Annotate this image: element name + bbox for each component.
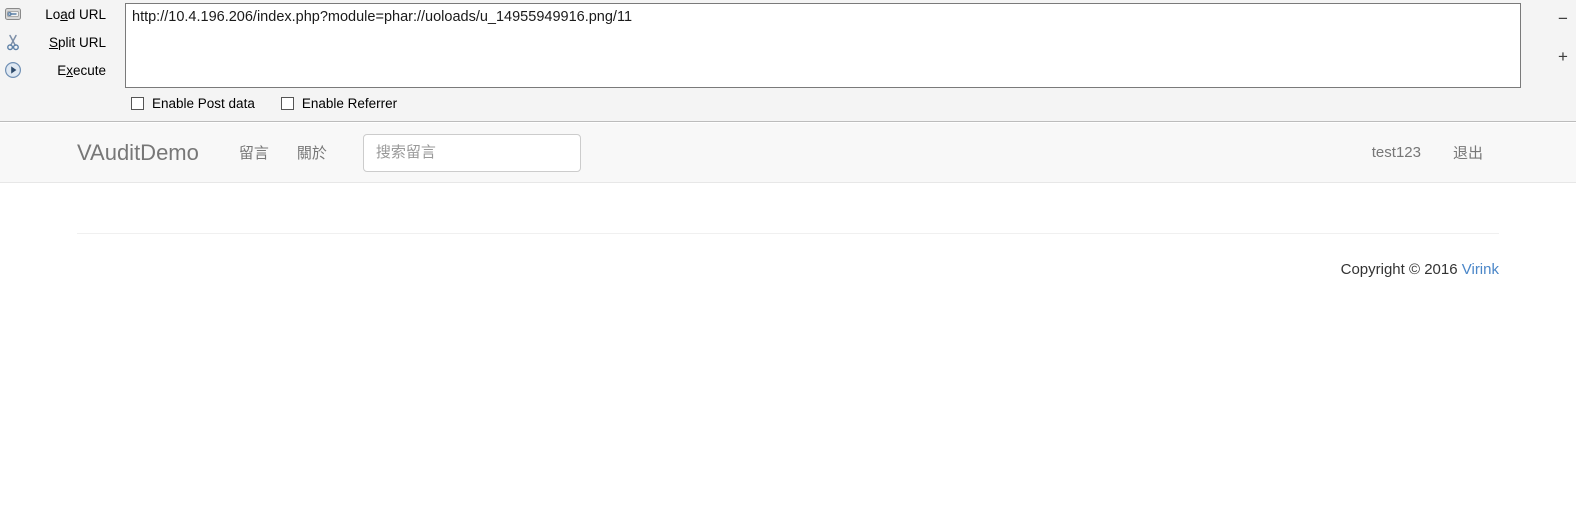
footer-copyright: Copyright © 2016 Virink — [1341, 261, 1499, 278]
nav-user[interactable]: test123 — [1356, 144, 1437, 161]
load-url-icon — [2, 3, 24, 25]
referrer-checkbox-box[interactable] — [280, 97, 294, 110]
search-input[interactable] — [362, 133, 581, 172]
nav-logout[interactable]: 退出 — [1437, 142, 1499, 163]
page-container: Copyright © 2016 Virink — [0, 183, 1576, 510]
footer-divider — [77, 233, 1499, 234]
enable-referrer-label: Enable Referrer — [301, 96, 398, 111]
navbar-brand[interactable]: VAuditDemo — [77, 140, 199, 166]
hackbar-side-buttons: − + — [1552, 0, 1574, 92]
copyright-text: Copyright © 2016 — [1340, 261, 1458, 278]
footer-link-virink[interactable]: Virink — [1462, 261, 1499, 278]
execute-button[interactable]: Execute — [0, 56, 118, 84]
remove-line-button[interactable]: − — [1553, 4, 1573, 32]
enable-post-data-label: Enable Post data — [152, 96, 255, 111]
enable-post-data-checkbox[interactable]: Enable Post data — [131, 96, 255, 111]
execute-label: Execute — [57, 62, 106, 78]
content-inner: Copyright © 2016 Virink — [77, 183, 1499, 510]
split-url-button[interactable]: Split URL — [0, 28, 118, 56]
scissors-icon — [2, 31, 24, 53]
navbar-right: test123 退出 — [1356, 142, 1499, 163]
load-url-button[interactable]: Load URL — [0, 0, 118, 28]
enable-referrer-checkbox[interactable]: Enable Referrer — [280, 96, 398, 111]
nav-link-about[interactable]: 關於 — [283, 142, 341, 163]
post-data-checkbox-box[interactable] — [131, 97, 144, 110]
execute-icon — [2, 59, 24, 81]
navbar-inner: VAuditDemo 留言 關於 test123 退出 — [77, 123, 1499, 182]
hackbar-action-list: Load URL Split URL Execute — [0, 0, 118, 92]
add-line-button[interactable]: + — [1553, 42, 1573, 70]
url-input[interactable]: http://10.4.196.206/index.php?module=pha… — [125, 3, 1521, 88]
split-url-label: Split URL — [48, 34, 106, 50]
hackbar-panel: Load URL Split URL Execute http://10.4.1… — [0, 0, 1576, 122]
nav-link-messages[interactable]: 留言 — [225, 142, 283, 163]
site-navbar: VAuditDemo 留言 關於 test123 退出 — [0, 123, 1576, 183]
hackbar-options: Enable Post data Enable Referrer — [131, 96, 397, 111]
load-url-label: Load URL — [45, 6, 106, 22]
